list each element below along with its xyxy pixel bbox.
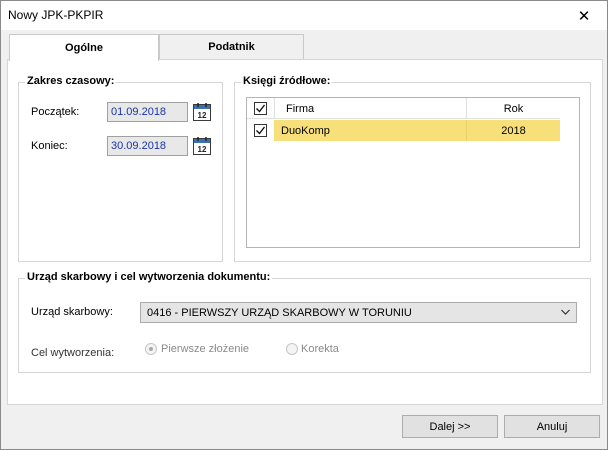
chevron-down-icon [561, 309, 570, 315]
row-rok-cell: 2018 [466, 120, 560, 141]
row-checkbox[interactable] [254, 124, 267, 137]
tab-ogolne[interactable]: Ogólne [9, 34, 159, 61]
start-date-input[interactable]: 01.09.2018 [107, 102, 188, 122]
checkmark-icon [256, 104, 266, 113]
next-button[interactable]: Dalej >> [402, 415, 498, 438]
office-label: Urząd skarbowy: [31, 306, 113, 318]
end-date-input[interactable]: 30.09.2018 [107, 136, 188, 156]
cancel-button[interactable]: Anuluj [504, 415, 600, 438]
column-header-rok[interactable]: Rok [466, 98, 560, 119]
ksiegi-grid[interactable]: Firma Rok DuoKomp 2018 [246, 97, 580, 248]
end-date-label: Koniec: [31, 140, 68, 152]
office-select-value: 0416 - PIERWSZY URZĄD SKARBOWY W TORUNIU [147, 307, 412, 319]
table-row[interactable]: DuoKomp 2018 [247, 120, 560, 141]
dialog-window: Nowy JPK-PKPIR ✕ Ogólne Podatnik Zakres … [0, 0, 608, 450]
tab-podatnik[interactable]: Podatnik [159, 34, 304, 60]
close-icon: ✕ [577, 7, 591, 25]
radio-pierwsze-zlozenie[interactable] [145, 343, 157, 355]
group-title: Urząd skarbowy i cel wytworzenia dokumen… [25, 271, 273, 283]
title-bar: Nowy JPK-PKPIR ✕ [1, 1, 607, 30]
column-header-firma[interactable]: Firma [274, 98, 466, 119]
grid-header-row: Firma Rok [247, 98, 560, 119]
group-title: Zakres czasowy: [25, 75, 117, 87]
tab-label: Ogólne [65, 42, 103, 54]
row-check-cell[interactable] [247, 120, 274, 141]
close-button[interactable]: ✕ [561, 1, 607, 30]
header-check-cell[interactable] [254, 98, 269, 119]
radio-korekta[interactable] [286, 343, 298, 355]
group-title: Księgi źródłowe: [241, 75, 333, 87]
svg-text:12: 12 [198, 111, 207, 120]
window-title: Nowy JPK-PKPIR [8, 8, 104, 22]
tab-label: Podatnik [208, 41, 255, 53]
radio-korekta-label: Korekta [301, 343, 339, 355]
select-all-checkbox[interactable] [254, 102, 267, 115]
radio-pierwsze-zlozenie-label: Pierwsze złożenie [161, 343, 250, 355]
radio-selected-dot [149, 347, 153, 351]
purpose-label: Cel wytworzenia: [31, 347, 115, 359]
svg-text:12: 12 [198, 145, 207, 154]
office-select[interactable]: 0416 - PIERWSZY URZĄD SKARBOWY W TORUNIU [140, 302, 577, 323]
start-date-label: Początek: [31, 106, 80, 118]
calendar-icon[interactable]: 12 [193, 137, 211, 155]
row-firma-cell: DuoKomp [274, 120, 466, 141]
checkmark-icon [256, 126, 266, 135]
calendar-icon[interactable]: 12 [193, 103, 211, 121]
